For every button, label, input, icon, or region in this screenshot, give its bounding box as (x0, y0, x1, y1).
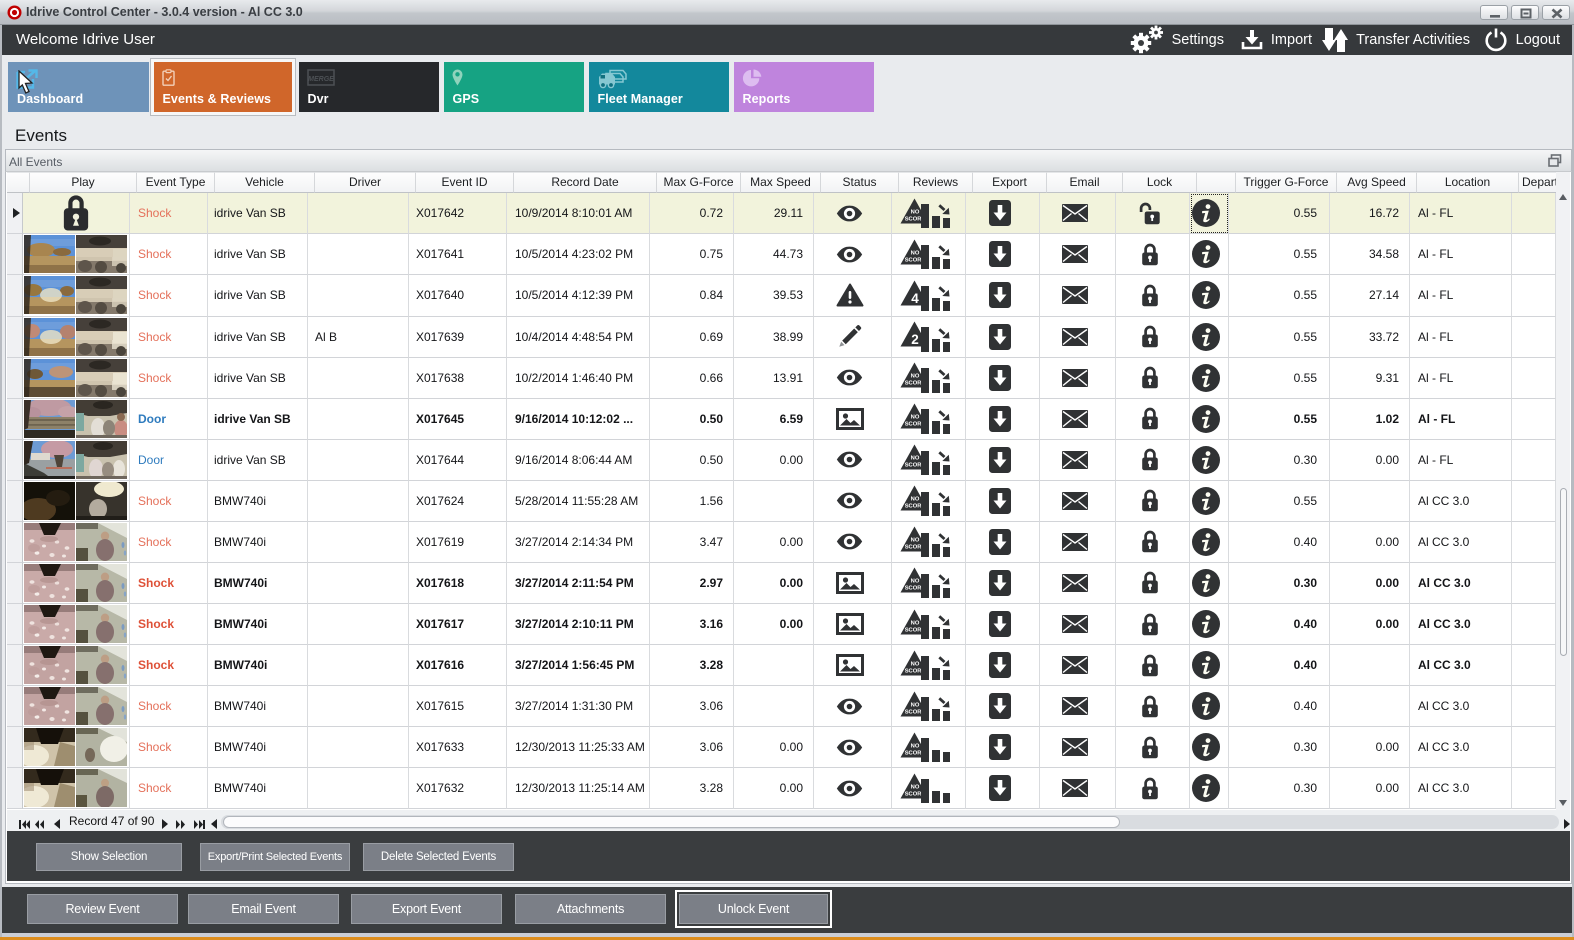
svg-text:MERGE: MERGE (308, 76, 334, 83)
